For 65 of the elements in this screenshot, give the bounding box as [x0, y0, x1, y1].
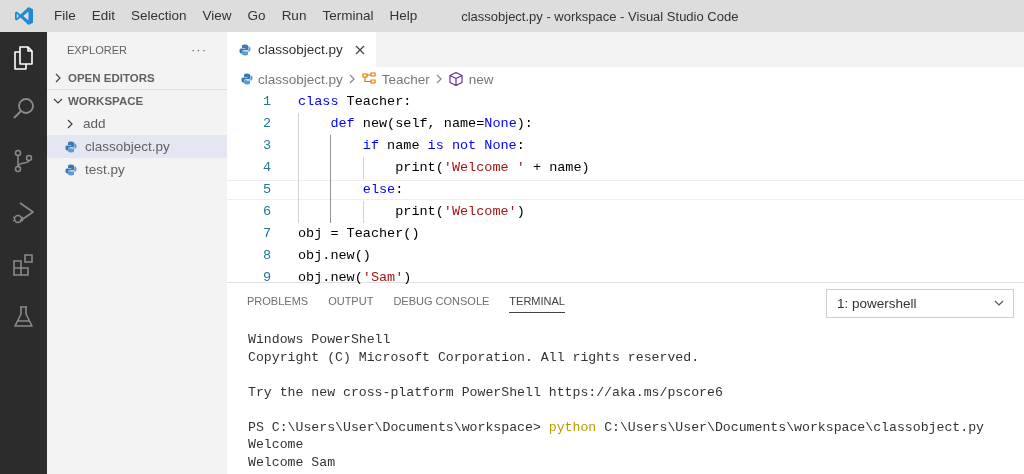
line-number: 5	[261, 181, 271, 199]
terminal-line: Welcome Sam	[248, 453, 337, 471]
line-number: 8	[261, 247, 271, 265]
terminal-line: PS C:\Users\User\Documents\workspace> python C:\Users\User\Documents\workspace\classobject.py	[248, 418, 985, 436]
terminal-dropdown[interactable]: 1: powershell	[826, 288, 1014, 318]
menu-item[interactable]: Edit	[83, 5, 124, 27]
class-icon	[360, 71, 377, 87]
editor-tab[interactable]: classobject.py	[227, 32, 376, 67]
chevron-icon	[65, 118, 75, 129]
panel-tab[interactable]: OUTPUT	[328, 289, 374, 313]
code-line: else:	[362, 182, 404, 197]
code-line: def new(self, name=None):	[330, 116, 533, 131]
menu-item[interactable]: View	[194, 5, 240, 27]
panel-tab[interactable]: DEBUG CONSOLE	[393, 289, 490, 313]
line-number: 7	[261, 225, 271, 243]
vscode-logo-icon	[14, 6, 34, 26]
code-line: if name is not None:	[362, 138, 525, 153]
files-icon[interactable]	[11, 44, 36, 70]
chevron-icon	[53, 73, 63, 83]
terminal-line: Windows PowerShell	[248, 331, 392, 349]
line-number: 3	[261, 137, 271, 155]
window-title: classobject.py - workspace - Visual Studio Code	[461, 8, 739, 24]
search-icon[interactable]	[11, 95, 36, 121]
run-debug-icon[interactable]	[11, 199, 36, 225]
code-line: class Teacher:	[298, 94, 412, 109]
panel-tab[interactable]: TERMINAL	[509, 289, 565, 313]
code-line: obj = Teacher()	[298, 226, 420, 241]
python-file-icon	[65, 140, 77, 153]
python-file-icon	[241, 73, 253, 85]
cube-icon	[447, 71, 464, 87]
chevron-icon	[53, 96, 63, 106]
line-number: 1	[261, 93, 271, 111]
menu-item[interactable]: Run	[273, 5, 315, 27]
section-header[interactable]: WORKSPACE	[47, 89, 227, 112]
breadcrumb-item[interactable]: classobject.py	[241, 71, 343, 87]
line-number: 2	[261, 115, 271, 133]
menu-item[interactable]: Terminal	[314, 5, 382, 27]
tree-row[interactable]: classobject.py	[47, 135, 227, 158]
line-number: 4	[261, 159, 271, 177]
menu-item[interactable]: Help	[381, 5, 426, 27]
code-line: print('Welcome')	[395, 204, 525, 219]
line-number: 6	[261, 203, 271, 221]
menu-item[interactable]: File	[46, 5, 84, 27]
folder-tree-row[interactable]: add	[47, 112, 227, 135]
line-number: 9	[261, 269, 271, 287]
menu-item[interactable]: Selection	[123, 5, 195, 27]
close-icon[interactable]	[353, 43, 366, 56]
extensions-icon[interactable]	[11, 251, 36, 277]
tree-row[interactable]: test.py	[47, 158, 227, 181]
section-header[interactable]: OPEN EDITORS	[47, 67, 227, 89]
terminal-line: Welcome	[248, 436, 305, 454]
python-file-icon	[239, 43, 251, 56]
code-line: print('Welcome ' + name)	[395, 160, 590, 175]
terminal-line: Copyright (C) Microsoft Corporation. All rights reserved.	[248, 348, 701, 366]
panel-tab[interactable]: PROBLEMS	[247, 289, 309, 313]
sidebar-title: EXPLORER	[67, 43, 127, 56]
menu-item[interactable]: Go	[239, 5, 274, 27]
code-line: obj.new('Sam')	[298, 270, 412, 285]
code-line: obj.new()	[298, 248, 371, 263]
terminal-line: Try the new cross-platform PowerShell https://aka.ms/pscore6	[248, 383, 724, 401]
flask-icon[interactable]	[11, 303, 36, 329]
more-actions-button[interactable]: ···	[191, 42, 207, 57]
python-file-icon	[65, 163, 77, 176]
breadcrumb-item[interactable]: new	[447, 71, 494, 87]
breadcrumb-item[interactable]: Teacher	[360, 71, 430, 87]
